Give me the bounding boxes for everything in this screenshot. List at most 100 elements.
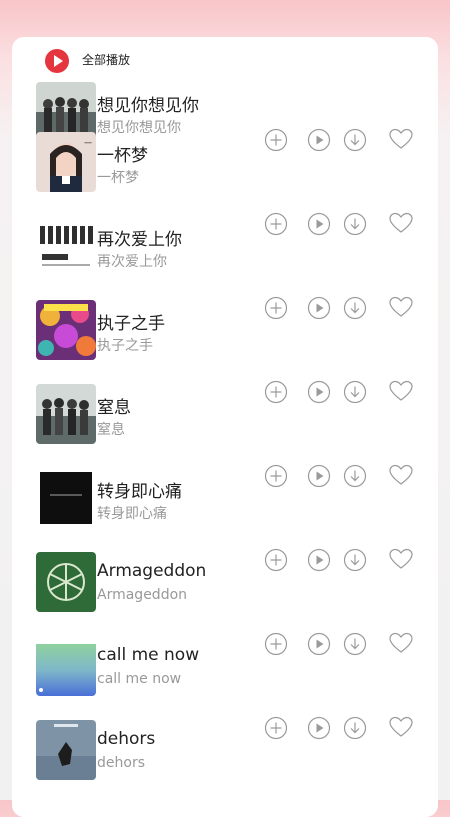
- song-title: 再次爱上你: [97, 230, 182, 250]
- like-button[interactable]: [388, 547, 414, 571]
- play-button[interactable]: [307, 128, 331, 152]
- play-button[interactable]: [307, 632, 331, 656]
- album-cover: [36, 216, 96, 276]
- play-icon: [307, 632, 331, 656]
- song-subtitle: call me now: [97, 671, 182, 687]
- song-title: 一杯梦: [97, 146, 148, 166]
- add-to-playlist-button[interactable]: [264, 380, 288, 404]
- add-to-playlist-button[interactable]: [264, 716, 288, 740]
- like-button[interactable]: [388, 295, 414, 319]
- play-button[interactable]: [307, 464, 331, 488]
- download-button[interactable]: [343, 632, 367, 656]
- play-icon: [307, 464, 331, 488]
- like-button[interactable]: [388, 631, 414, 655]
- song-subtitle: 转身即心痛: [97, 506, 167, 522]
- play-icon: [307, 716, 331, 740]
- play-button[interactable]: [307, 296, 331, 320]
- add-icon: [264, 296, 288, 320]
- add-to-playlist-button[interactable]: [264, 464, 288, 488]
- song-row[interactable]: 一 一杯梦 一杯梦: [12, 128, 438, 216]
- song-subtitle: 窒息: [97, 422, 125, 438]
- add-icon: [264, 212, 288, 236]
- album-cover: [36, 720, 96, 780]
- download-icon: [343, 716, 367, 740]
- add-icon: [264, 464, 288, 488]
- download-button[interactable]: [343, 380, 367, 404]
- heart-icon: [389, 716, 413, 737]
- download-icon: [343, 128, 367, 152]
- download-button[interactable]: [343, 296, 367, 320]
- download-icon: [343, 464, 367, 488]
- play-circle-icon[interactable]: [45, 49, 69, 73]
- album-cover: [36, 300, 96, 360]
- heart-icon: [389, 464, 413, 485]
- download-button[interactable]: [343, 548, 367, 572]
- add-to-playlist-button[interactable]: [264, 296, 288, 320]
- song-row[interactable]: 再次爱上你 再次爱上你: [12, 212, 438, 300]
- like-button[interactable]: [388, 715, 414, 739]
- download-icon: [343, 380, 367, 404]
- play-icon: [307, 212, 331, 236]
- like-button[interactable]: [388, 211, 414, 235]
- song-subtitle: 执子之手: [97, 338, 153, 354]
- song-title: dehors: [97, 729, 156, 749]
- song-row[interactable]: Armageddon Armageddon: [12, 548, 438, 636]
- album-cover: [36, 468, 96, 528]
- heart-icon: [389, 380, 413, 401]
- play-button[interactable]: [307, 716, 331, 740]
- like-button[interactable]: [388, 463, 414, 487]
- heart-icon: [389, 128, 413, 149]
- play-icon: [307, 380, 331, 404]
- play-icon: [307, 548, 331, 572]
- add-to-playlist-button[interactable]: [264, 212, 288, 236]
- like-button[interactable]: [388, 379, 414, 403]
- album-cover: 一: [36, 132, 96, 192]
- song-subtitle: Armageddon: [97, 587, 188, 603]
- song-title: 窒息: [97, 398, 131, 418]
- song-row[interactable]: 窒息 窒息: [12, 380, 438, 468]
- download-icon: [343, 296, 367, 320]
- play-all-bar: 全部播放: [12, 37, 438, 79]
- song-title: 想见你想见你: [97, 96, 199, 116]
- add-to-playlist-button[interactable]: [264, 632, 288, 656]
- heart-icon: [389, 212, 413, 233]
- album-cover: [36, 384, 96, 444]
- download-icon: [343, 632, 367, 656]
- download-button[interactable]: [343, 716, 367, 740]
- heart-icon: [389, 296, 413, 317]
- song-row[interactable]: 转身即心痛 转身即心痛: [12, 464, 438, 552]
- play-icon: [307, 296, 331, 320]
- add-icon: [264, 716, 288, 740]
- add-to-playlist-button[interactable]: [264, 548, 288, 572]
- play-button[interactable]: [307, 212, 331, 236]
- song-row[interactable]: dehors dehors: [12, 716, 438, 804]
- album-cover: [36, 636, 96, 696]
- song-title: 执子之手: [97, 314, 165, 334]
- album-cover: [36, 552, 96, 612]
- play-icon: [307, 128, 331, 152]
- download-button[interactable]: [343, 212, 367, 236]
- song-subtitle: 一杯梦: [97, 170, 139, 186]
- svg-text:一: 一: [84, 139, 92, 148]
- song-list-card: 想见你想见你 想见你想见你 一 一杯梦 一杯梦 再次爱上你 再次爱上你 执子之手…: [12, 37, 438, 817]
- play-button[interactable]: [307, 380, 331, 404]
- heart-icon: [389, 548, 413, 569]
- add-icon: [264, 632, 288, 656]
- add-to-playlist-button[interactable]: [264, 128, 288, 152]
- download-icon: [343, 212, 367, 236]
- download-button[interactable]: [343, 464, 367, 488]
- song-subtitle: dehors: [97, 755, 145, 771]
- download-button[interactable]: [343, 128, 367, 152]
- play-all-label[interactable]: 全部播放: [82, 51, 130, 68]
- heart-icon: [389, 632, 413, 653]
- add-icon: [264, 548, 288, 572]
- song-row[interactable]: call me now call me now: [12, 632, 438, 720]
- song-row[interactable]: 执子之手 执子之手: [12, 296, 438, 384]
- download-icon: [343, 548, 367, 572]
- song-title: Armageddon: [97, 561, 207, 581]
- song-title: call me now: [97, 645, 200, 665]
- song-subtitle: 再次爱上你: [97, 254, 167, 270]
- play-button[interactable]: [307, 548, 331, 572]
- like-button[interactable]: [388, 127, 414, 151]
- add-icon: [264, 128, 288, 152]
